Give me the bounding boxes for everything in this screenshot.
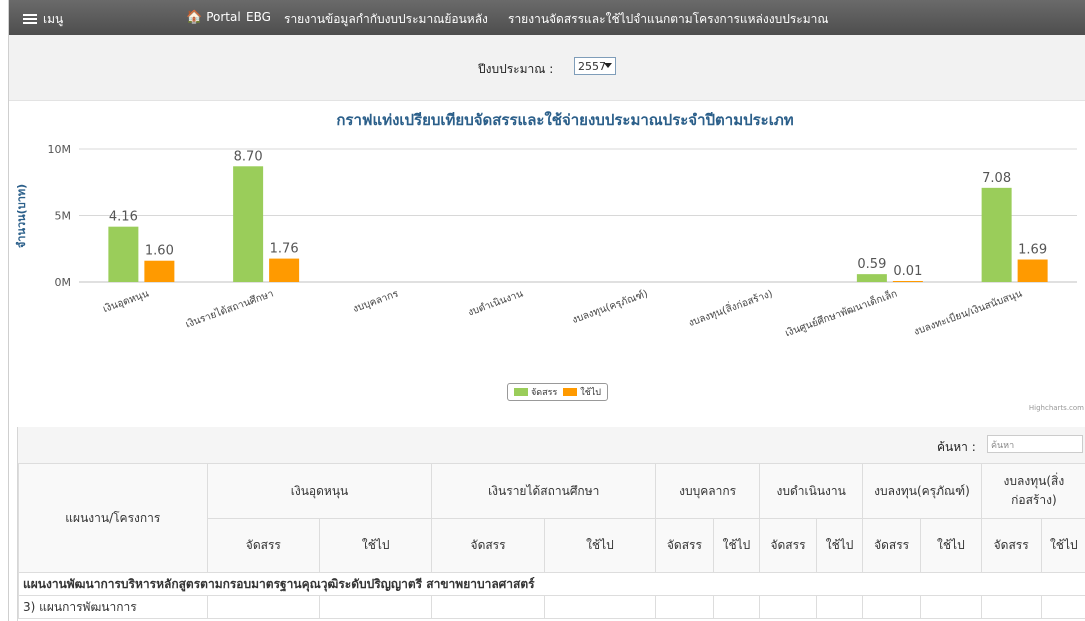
table-cell: [980, 595, 1042, 619]
table-row[interactable]: 3) แผนการพัฒนาการ: [18, 595, 1085, 619]
spent-column-header[interactable]: ใช้ไป: [712, 518, 761, 573]
x-tick-label: งบลงทุน(ครุภัณฑ์): [570, 288, 649, 327]
group-header: เงินรายได้สถานศึกษา: [431, 463, 657, 519]
portal-label: Portal: [206, 10, 241, 24]
search-row: ค้นหา : ค้นหา: [18, 427, 1085, 464]
spent-column-header[interactable]: ใช้ไป: [543, 518, 657, 573]
x-tick-label: งบลงทะเบียน/เงินสนับสนุน: [912, 287, 1024, 337]
hamburger-icon: [23, 14, 37, 24]
legend-item-allocated[interactable]: จัดสรร: [514, 385, 557, 399]
budget-table: แผนงาน/โครงการ เงินอุดหนุน เงินรายได้สถา…: [18, 463, 1085, 619]
ebg-link[interactable]: EBG: [246, 10, 271, 24]
year-label: ปีงบประมาณ :: [478, 62, 554, 76]
data-label: 0.01: [893, 264, 922, 279]
group-header: งบลงทุน(สิ่งก่อสร้าง): [980, 463, 1085, 519]
search-input[interactable]: ค้นหา: [987, 435, 1083, 453]
allocated-column-header[interactable]: จัดสรร: [759, 518, 817, 573]
bar-allocated: [108, 226, 139, 282]
legend-label-allocated: จัดสรร: [531, 388, 558, 398]
menu-label: เมนู: [43, 12, 64, 26]
chart-legend: จัดสรร ใช้ไป: [507, 383, 609, 401]
table-cell: [655, 595, 714, 619]
x-tick-label: เงินรายได้สถานศึกษา: [184, 288, 275, 331]
year-filter-bar: ปีงบประมาณ : 2557: [9, 35, 1085, 101]
y-tick-label: 5M: [55, 210, 72, 223]
allocated-column-header[interactable]: จัดสรร: [431, 518, 545, 573]
data-label: 1.69: [1018, 243, 1047, 258]
y-tick-label: 10M: [48, 143, 72, 156]
table-cell: [318, 595, 433, 619]
group-header: งบลงทุน(ครุภัณฑ์): [862, 463, 982, 519]
budget-table-panel: ค้นหา : ค้นหา แผนงาน/โครงการ เงินอุดหนุน…: [17, 427, 1085, 621]
chevron-down-icon: [604, 63, 612, 68]
table-cell: [919, 595, 982, 619]
allocated-column-header[interactable]: จัดสรร: [206, 518, 321, 573]
legend-item-spent[interactable]: ใช้ไป: [563, 385, 601, 399]
section-title: แผนงานพัฒนาการบริหารหลักสูตรตามกรอบมาตรฐ…: [18, 572, 1085, 596]
data-label: 4.16: [109, 210, 138, 225]
table-group-row: แผนงานพัฒนาการบริหารหลักสูตรตามกรอบมาตรฐ…: [18, 572, 1085, 596]
bar-allocated: [856, 274, 887, 282]
table-cell: [431, 595, 545, 619]
chart-svg: กราฟแท่งเปรียบเทียบจัดสรรและใช้จ่ายงบประ…: [15, 111, 1077, 340]
y-axis-label: จำนวน(บาท): [15, 184, 28, 248]
budget-chart: กราฟแท่งเปรียบเทียบจัดสรรและใช้จ่ายงบประ…: [9, 101, 1085, 424]
bar-allocated: [981, 187, 1012, 282]
bar-spent: [269, 258, 300, 282]
allocated-column-header[interactable]: จัดสรร: [655, 518, 714, 573]
group-header: เงินอุดหนุน: [206, 463, 433, 519]
portal-link[interactable]: 🏠 Portal: [186, 10, 241, 25]
table-cell: [206, 595, 321, 619]
spent-column-header[interactable]: ใช้ไป: [1040, 518, 1085, 573]
data-label: 1.76: [270, 242, 299, 257]
chart-title: กราฟแท่งเปรียบเทียบจัดสรรและใช้จ่ายงบประ…: [336, 111, 793, 129]
spent-column-header[interactable]: ใช้ไป: [919, 518, 982, 573]
x-tick-label: งบลงทุน(สิ่งก่อสร้าง): [686, 286, 774, 329]
bar-spent: [144, 260, 175, 282]
group-header: งบบุคลากร: [655, 463, 761, 519]
table-cell: [815, 595, 864, 619]
spent-column-header[interactable]: ใช้ไป: [815, 518, 864, 573]
year-select-value: 2557: [578, 60, 606, 73]
allocated-column-header[interactable]: จัดสรร: [862, 518, 921, 573]
table-cell: [1040, 595, 1085, 619]
allocated-column-header[interactable]: จัดสรร: [980, 518, 1042, 573]
legend-label-spent: ใช้ไป: [580, 388, 602, 398]
app-frame: เมนู 🏠 Portal EBG รายงานข้อมูลกำกับงบประม…: [8, 0, 1085, 621]
legend-swatch-spent: [563, 388, 578, 396]
bar-allocated: [233, 166, 264, 282]
year-select[interactable]: 2557: [574, 57, 616, 75]
home-icon: 🏠: [186, 10, 203, 25]
table-cell: [543, 595, 657, 619]
table-cell: [712, 595, 761, 619]
data-label: 8.70: [234, 149, 263, 164]
x-tick-label: เงินอุดหนุน: [102, 288, 151, 315]
chart-credit[interactable]: Highcharts.com: [1029, 404, 1084, 412]
data-label: 7.08: [982, 171, 1011, 186]
data-label: 1.60: [145, 244, 174, 259]
plan-name-cell: 3) แผนการพัฒนาการ: [18, 595, 208, 619]
table-cell: [862, 595, 921, 619]
report-history-link[interactable]: รายงานข้อมูลกำกับงบประมาณย้อนหลัง: [284, 10, 488, 29]
search-label: ค้นหา :: [937, 440, 976, 454]
top-navigation-bar: เมนู 🏠 Portal EBG รายงานข้อมูลกำกับงบประม…: [9, 0, 1085, 35]
data-label: 0.59: [857, 257, 886, 272]
table-cell: [759, 595, 817, 619]
x-tick-label: งบบุคลากร: [352, 288, 401, 315]
bar-spent: [892, 281, 923, 282]
y-tick-label: 0M: [55, 276, 72, 289]
x-tick-label: เงินศูนย์ศึกษาพัฒนาเด็กเล็ก: [783, 286, 899, 340]
x-tick-label: งบดำเนินงาน: [467, 288, 525, 318]
menu-button[interactable]: เมนู: [23, 10, 63, 29]
plan-column-header[interactable]: แผนงาน/โครงการ: [18, 463, 208, 573]
group-header: งบดำเนินงาน: [759, 463, 864, 519]
report-allocation-link[interactable]: รายงานจัดสรรและใช้ไปจำแนกตามโครงการแหล่ง…: [508, 10, 829, 29]
legend-swatch-allocated: [514, 388, 528, 396]
bar-spent: [1017, 259, 1048, 282]
spent-column-header[interactable]: ใช้ไป: [318, 518, 433, 573]
